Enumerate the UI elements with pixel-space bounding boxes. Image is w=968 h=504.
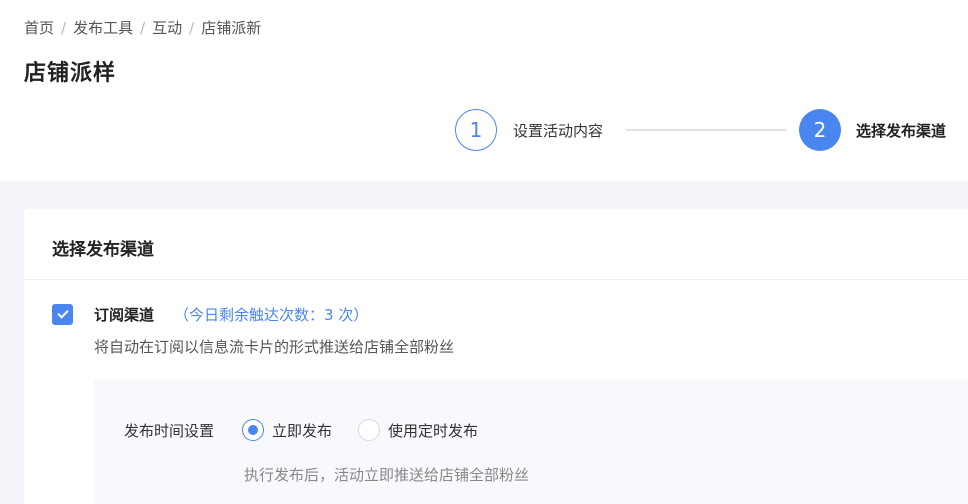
scheduled-publish-radio[interactable]	[358, 419, 380, 441]
card-divider	[24, 279, 968, 280]
breadcrumb-separator: /	[61, 18, 67, 37]
publish-now-label[interactable]: 立即发布	[272, 420, 332, 441]
scheduled-publish-label[interactable]: 使用定时发布	[388, 420, 478, 441]
breadcrumb-item-interaction[interactable]: 互动	[152, 17, 182, 38]
publish-time-settings: 发布时间设置 立即发布 使用定时发布 执行发布后，活动立即推送给店铺全部粉丝	[94, 380, 968, 504]
page-header: 首页 / 发布工具 / 互动 / 店铺派新 店铺派样 1 设置活动内容 2 选择…	[0, 0, 968, 181]
channel-quota: （今日剩余触达次数：3 次）	[174, 306, 369, 324]
step-connector-line	[626, 129, 786, 131]
main-content: 选择发布渠道 订阅渠道 （今日剩余触达次数：3 次） 将自动在订阅以信息流卡片的…	[0, 181, 968, 504]
card-title: 选择发布渠道	[52, 240, 154, 260]
page-title: 店铺派样	[24, 61, 117, 86]
breadcrumb-separator: /	[140, 18, 146, 37]
check-icon	[56, 307, 69, 319]
radio-selected-dot	[248, 425, 258, 435]
channel-name[interactable]: 订阅渠道	[94, 304, 154, 325]
channel-description: 将自动在订阅以信息流卡片的形式推送给店铺全部粉丝	[94, 338, 455, 356]
breadcrumb-separator: /	[189, 18, 195, 37]
publish-now-radio[interactable]	[242, 419, 264, 441]
publish-time-label: 发布时间设置	[124, 422, 215, 440]
breadcrumb-item-current: 店铺派新	[201, 19, 262, 37]
step-1-label[interactable]: 设置活动内容	[513, 120, 603, 141]
breadcrumb-item-home[interactable]: 首页	[24, 17, 54, 38]
breadcrumb-item-publish-tools[interactable]: 发布工具	[73, 17, 133, 38]
publish-time-hint: 执行发布后，活动立即推送给店铺全部粉丝	[244, 466, 530, 484]
breadcrumb: 首页 / 发布工具 / 互动 / 店铺派新	[24, 17, 261, 38]
subscription-channel-checkbox[interactable]	[52, 304, 73, 325]
step-1-circle[interactable]: 1	[455, 109, 497, 151]
channel-card: 选择发布渠道 订阅渠道 （今日剩余触达次数：3 次） 将自动在订阅以信息流卡片的…	[24, 209, 968, 504]
step-2-label: 选择发布渠道	[856, 122, 947, 140]
step-2-circle: 2	[799, 109, 841, 151]
